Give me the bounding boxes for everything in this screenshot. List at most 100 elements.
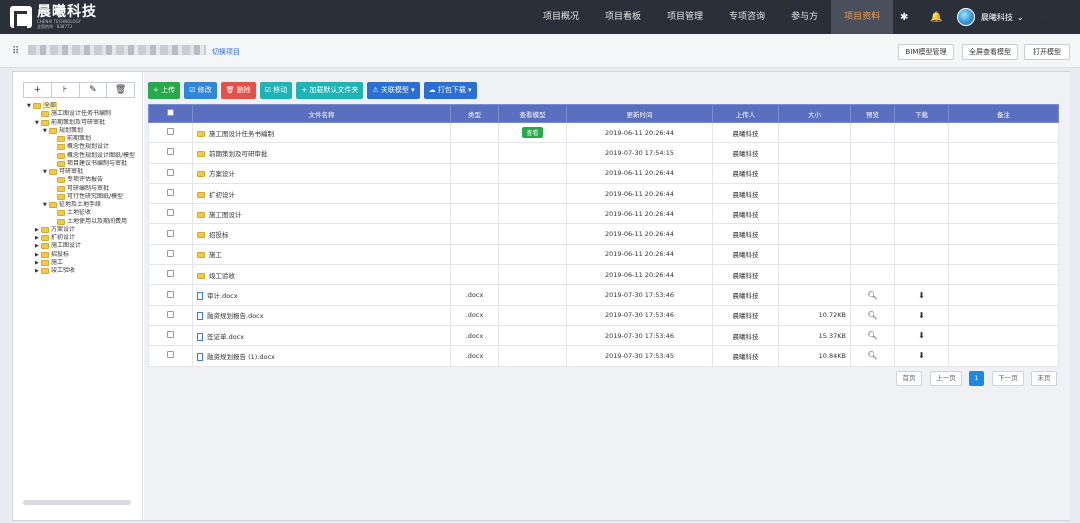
row-checkbox[interactable]	[167, 270, 174, 278]
pager-page-1[interactable]: 1	[969, 371, 984, 386]
file-name[interactable]: 扩初设计	[209, 191, 235, 199]
upload-button[interactable]: + 上传	[148, 82, 181, 99]
edit-button[interactable]: ☑ 修改	[184, 82, 217, 99]
file-name[interactable]: 前期策划及可研审批	[209, 150, 268, 158]
file-name[interactable]: 方案设计	[209, 170, 235, 178]
switch-project-link[interactable]: 切换项目	[212, 47, 240, 57]
edit-node-button[interactable]: ✎	[80, 83, 108, 97]
nav-item-dashboard[interactable]: 项目看板	[592, 0, 654, 34]
file-name-cell[interactable]: 扩初设计	[192, 182, 451, 205]
fullscreen-model-button[interactable]: 全屏查看模型	[962, 44, 1018, 60]
download-icon[interactable]: ⬇	[918, 331, 925, 340]
table-row[interactable]: 竣工验收 2019-06-11 20:26:44 晨曦科技	[148, 264, 1059, 286]
file-name-cell[interactable]: 竣工验收	[192, 264, 451, 286]
row-checkbox[interactable]	[167, 249, 174, 257]
file-name-cell[interactable]: 招投标	[192, 223, 451, 245]
search-icon[interactable]: 🔍︎	[867, 311, 877, 320]
download-cell[interactable]: ⬇	[894, 345, 949, 367]
row-checkbox-cell[interactable]	[148, 324, 193, 347]
select-all-checkbox-cell[interactable]	[148, 104, 193, 123]
link-model-button[interactable]: ⚠ 关联模型 ▾	[367, 82, 420, 99]
table-row[interactable]: 招投标 2019-06-11 20:26:44 晨曦科技	[148, 223, 1059, 245]
row-checkbox-cell[interactable]	[148, 284, 193, 306]
tree-node[interactable]: 概念性规划设计图纸/模型	[27, 152, 143, 160]
download-icon[interactable]: ⬇	[918, 311, 925, 320]
download-icon[interactable]: ⬇	[918, 291, 925, 300]
preview-cell[interactable]: 🔍︎	[850, 324, 895, 347]
download-cell[interactable]: ⬇	[894, 324, 949, 347]
logout-icon[interactable]: ⇥	[1038, 12, 1046, 23]
row-checkbox[interactable]	[167, 148, 174, 156]
row-checkbox[interactable]	[167, 168, 174, 176]
table-row[interactable]: 融资规划报告 (1).docx .docx 2019-07-30 17:53:45 晨…	[148, 345, 1059, 367]
row-checkbox-cell[interactable]	[148, 264, 193, 286]
move-button[interactable]: ☑ 移动	[259, 82, 293, 99]
row-checkbox[interactable]	[167, 310, 174, 318]
bim-model-manage-button[interactable]: BIM模型管理	[898, 44, 954, 60]
row-checkbox-cell[interactable]	[148, 162, 193, 184]
tree-node[interactable]: ▼ 前期策划及可研审批	[27, 119, 143, 127]
pager-prev[interactable]: 上一页	[930, 371, 962, 386]
tree-scrollbar[interactable]	[23, 500, 131, 505]
row-checkbox-cell[interactable]	[148, 121, 193, 144]
search-icon[interactable]: 🔍︎	[867, 291, 877, 300]
download-cell[interactable]: ⬇	[894, 284, 949, 306]
file-name[interactable]: 融资规划报告.docx	[207, 312, 264, 320]
add-node-button[interactable]: +	[24, 83, 52, 97]
row-checkbox[interactable]	[167, 209, 174, 217]
file-name[interactable]: 施工图设计任务书编制	[209, 130, 274, 138]
table-row[interactable]: 融资规划报告.docx .docx 2019-07-30 17:53:46 晨曦科技 1…	[148, 304, 1059, 326]
tree-node[interactable]: ▶ 招投标	[27, 251, 143, 259]
file-name-cell[interactable]: 施工图设计	[192, 203, 451, 225]
row-checkbox[interactable]	[167, 229, 174, 237]
bell-icon[interactable]: 🔔	[930, 12, 942, 23]
open-model-button[interactable]: 打开模型	[1024, 44, 1070, 60]
gear-icon[interactable]: ✱	[900, 12, 908, 23]
nav-item-participants[interactable]: 参与方	[778, 0, 831, 34]
pager-first[interactable]: 首页	[896, 371, 922, 386]
file-name-cell[interactable]: 方案设计	[192, 162, 451, 184]
tree-node[interactable]: ▼ 征地及土地手续	[27, 201, 143, 209]
file-name-cell[interactable]: 签证单.docx	[192, 324, 451, 347]
brand-logo[interactable]: 晨曦科技 CHENXI TECHNOLOGY 全国热线 · 838773	[0, 5, 200, 29]
row-checkbox[interactable]	[167, 331, 174, 339]
row-checkbox-cell[interactable]	[148, 142, 193, 164]
row-checkbox-cell[interactable]	[148, 182, 193, 205]
tree-node[interactable]: 土地使用以及期间费用	[27, 218, 143, 226]
table-row[interactable]: 前期策划及可研审批 2019-07-30 17:54:15 晨曦科技	[148, 142, 1059, 164]
row-checkbox-cell[interactable]	[148, 203, 193, 225]
user-menu[interactable]: 晨曦科技 ⌄	[956, 8, 1024, 26]
tree-node[interactable]: 施工图设计任务书编制	[27, 110, 143, 118]
table-row[interactable]: 施工图设计任务书编制 查看 2019-06-11 20:26:44 晨曦科技	[148, 121, 1059, 144]
delete-node-button[interactable]: 🗑	[107, 83, 134, 97]
tree-node[interactable]: ▶ 扩初设计	[27, 234, 143, 242]
file-name-cell[interactable]: 融资规划报告 (1).docx	[192, 345, 451, 367]
row-checkbox[interactable]	[167, 351, 174, 359]
tree-node[interactable]: ▶ 施工	[27, 259, 143, 267]
file-name-cell[interactable]: 审计.docx	[192, 284, 451, 306]
table-row[interactable]: 扩初设计 2019-06-11 20:26:44 晨曦科技	[148, 182, 1059, 205]
tree-node[interactable]: 可研编制与审批	[27, 185, 143, 193]
nav-item-documents[interactable]: 项目资料	[831, 0, 894, 34]
download-cell[interactable]: ⬇	[894, 304, 949, 326]
nav-item-management[interactable]: 项目管理	[654, 0, 716, 34]
preview-cell[interactable]: 🔍︎	[850, 304, 895, 326]
tree-node[interactable]: 项目建议书编制与审批	[27, 160, 143, 168]
tree-node[interactable]: ▶ 竣工验收	[27, 267, 143, 275]
file-name-cell[interactable]: 前期策划及可研审批	[192, 142, 451, 164]
table-row[interactable]: 施工 2019-06-11 20:26:44 晨曦科技	[148, 243, 1059, 266]
file-name[interactable]: 竣工验收	[209, 272, 235, 280]
tree-node[interactable]: 土地征收	[27, 209, 143, 217]
row-checkbox[interactable]	[167, 128, 174, 136]
search-icon[interactable]: 🔍︎	[867, 351, 877, 360]
file-name[interactable]: 招投标	[209, 231, 229, 239]
tree-node[interactable]: ▶ 方案设计	[27, 226, 143, 234]
row-checkbox[interactable]	[167, 189, 174, 197]
row-checkbox-cell[interactable]	[148, 223, 193, 245]
search-icon[interactable]: 🔍︎	[867, 331, 877, 340]
file-name-cell[interactable]: 融资规划报告.docx	[192, 304, 451, 326]
select-all-checkbox[interactable]	[167, 109, 174, 116]
load-default-folder-button[interactable]: + 加载默认文件夹	[296, 82, 364, 99]
file-name-cell[interactable]: 施工图设计任务书编制	[192, 121, 451, 144]
tree-node[interactable]: ▼ 规划策划	[27, 127, 143, 135]
